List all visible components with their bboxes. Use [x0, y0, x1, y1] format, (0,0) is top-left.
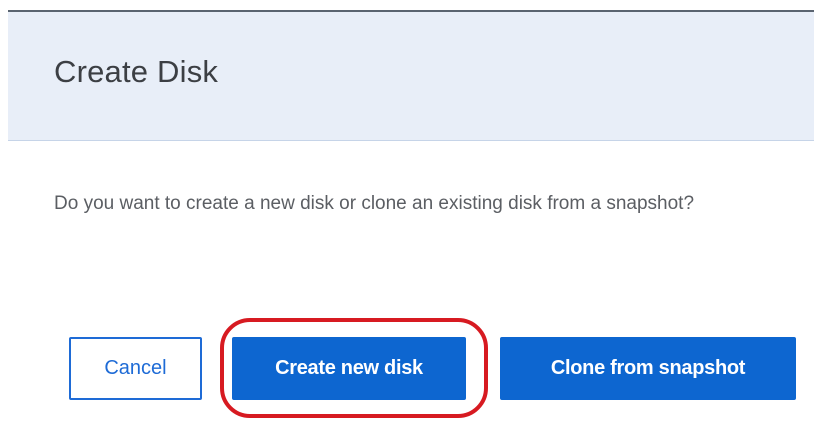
create-disk-dialog: Create Disk Do you want to create a new …: [0, 0, 814, 423]
clone-from-snapshot-button[interactable]: Clone from snapshot: [500, 337, 796, 400]
dialog-header: Create Disk: [8, 10, 814, 141]
cancel-button[interactable]: Cancel: [69, 337, 202, 400]
dialog-title: Create Disk: [54, 54, 219, 89]
create-new-disk-button[interactable]: Create new disk: [232, 337, 466, 400]
dialog-message: Do you want to create a new disk or clon…: [54, 193, 695, 214]
